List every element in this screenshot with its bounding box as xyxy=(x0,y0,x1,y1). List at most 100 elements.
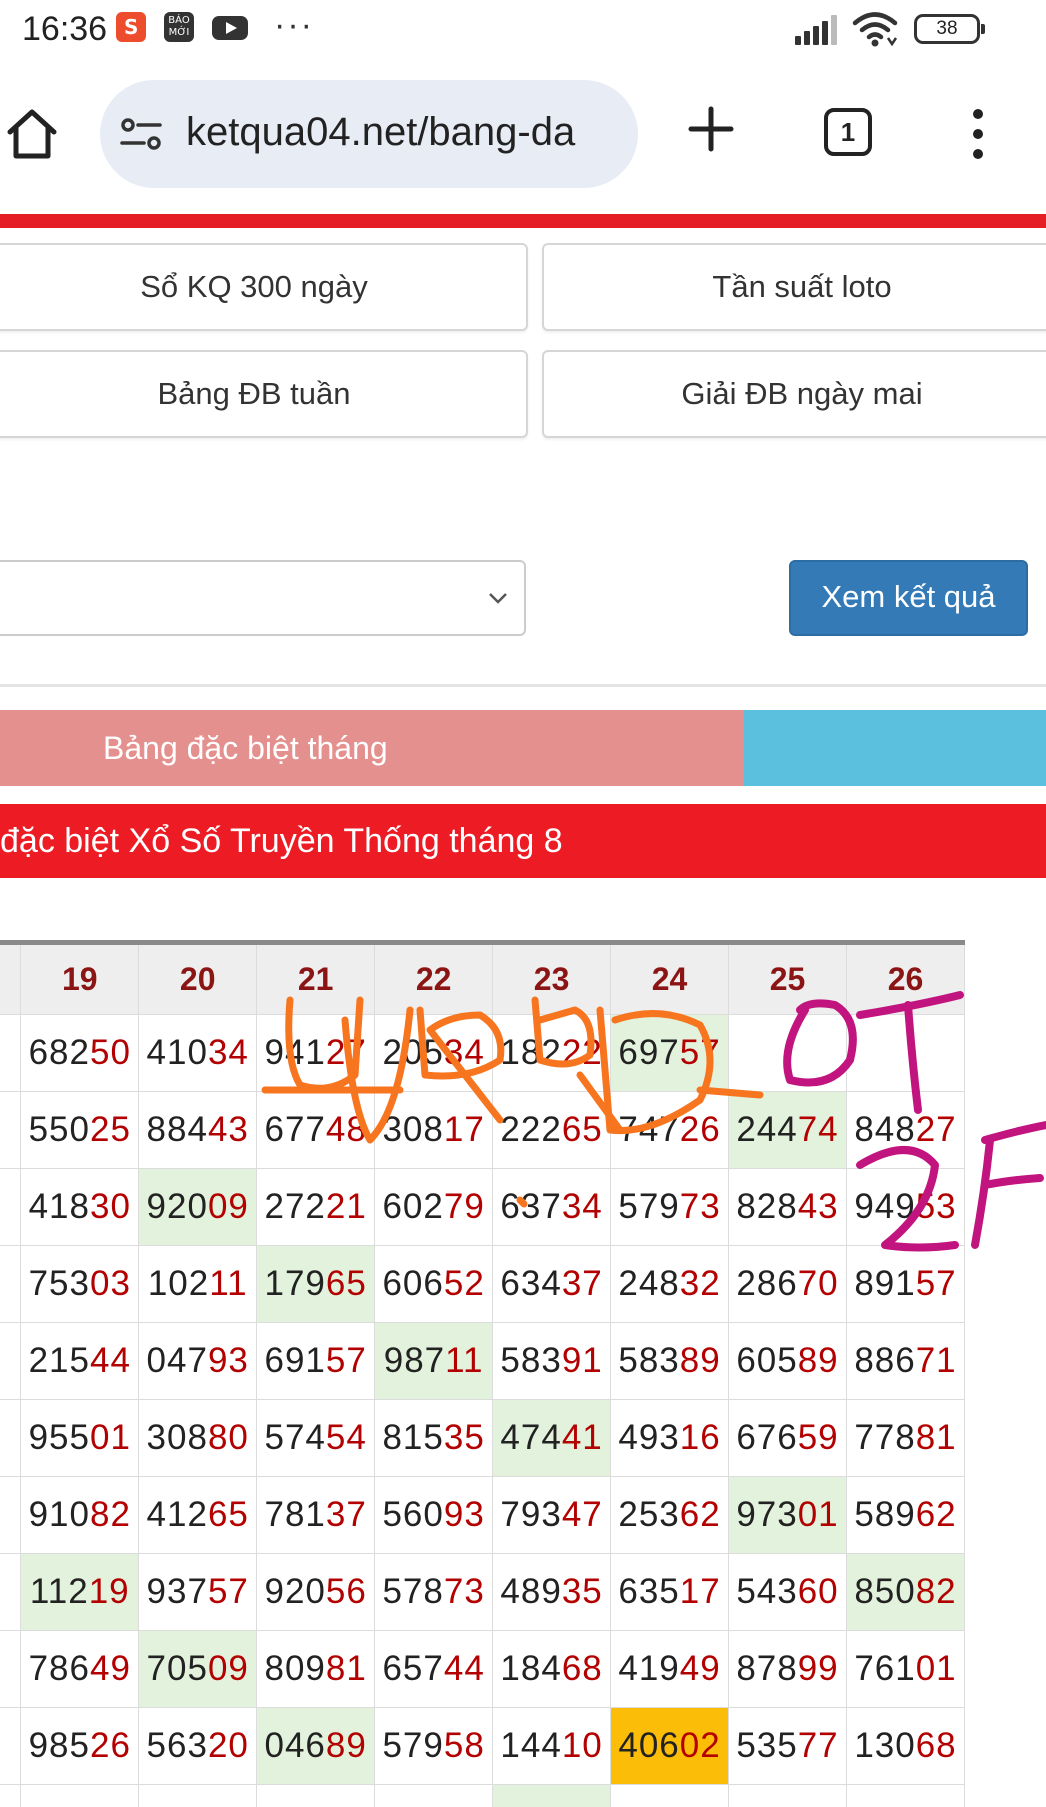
table-cell: 04793 xyxy=(138,1322,258,1400)
cell-number-tail: 87 xyxy=(0,1187,1,1226)
table-cell xyxy=(610,1784,730,1807)
cell-number-tail: 54 xyxy=(325,1418,367,1457)
table-cell: 862 xyxy=(0,1707,22,1785)
cell-number-head: 589 xyxy=(854,1495,916,1534)
cell-number-head: 955 xyxy=(28,1418,90,1457)
cell-number-head: 705 xyxy=(146,1649,208,1688)
table-cell: 63734 xyxy=(492,1168,612,1246)
cell-number-head: 973 xyxy=(736,1495,798,1534)
cell-number-tail: 77 xyxy=(0,1572,1,1611)
table-cell: 10211 xyxy=(138,1245,258,1323)
cell-number-head: 753 xyxy=(28,1264,90,1303)
more-menu-icon[interactable] xyxy=(966,106,990,162)
table-cell: 89157 xyxy=(845,1245,966,1323)
table-cell xyxy=(845,1014,966,1092)
cell-number-head: 410 xyxy=(146,1033,208,1072)
nav-bang-db-tuan[interactable]: Bảng ĐB tuần xyxy=(0,350,528,438)
table-cell: 94127 xyxy=(256,1014,376,1092)
cell-number-head: 248 xyxy=(618,1264,680,1303)
cell-number-tail: 71 xyxy=(915,1341,957,1380)
cell-number-head: 786 xyxy=(28,1649,90,1688)
cell-number-tail: 30 xyxy=(90,1187,131,1226)
cell-number-tail: 62 xyxy=(915,1495,957,1534)
table-row: 7245502588443677483081722265747262447484… xyxy=(0,1091,966,1169)
cell-number-head: 474 xyxy=(500,1418,562,1457)
cell-number-tail: 24 xyxy=(0,1110,1,1149)
cell-number-tail: 73 xyxy=(679,1187,721,1226)
cell-number-tail: 93 xyxy=(207,1341,249,1380)
home-icon[interactable] xyxy=(4,106,60,162)
results-table-container: 81920212223242526 9456825041034941272053… xyxy=(0,940,1046,1807)
cell-number-head: 215 xyxy=(28,1341,90,1380)
cell-number-head: 493 xyxy=(618,1418,680,1457)
table-cell: 477 xyxy=(0,1553,22,1631)
table-cell: 98711 xyxy=(374,1322,494,1400)
cell-number-head: 920 xyxy=(264,1572,326,1611)
cell-number-tail: 82 xyxy=(90,1495,131,1534)
cell-number-tail: 79 xyxy=(443,1187,485,1226)
table-row xyxy=(0,1784,966,1807)
table-cell: 95501 xyxy=(20,1399,140,1477)
table-cell: 18222 xyxy=(492,1014,612,1092)
table-row: 3874183092009272216027963734579738284394… xyxy=(0,1168,966,1246)
column-header: 24 xyxy=(610,940,730,1015)
more-notifications-icon: ··· xyxy=(274,6,314,44)
column-header: 21 xyxy=(256,940,376,1015)
cell-number-tail: 37 xyxy=(561,1264,603,1303)
cell-number-tail: 47 xyxy=(561,1495,603,1534)
cell-number-tail: 22 xyxy=(561,1033,603,1072)
tab-switcher-button[interactable]: 1 xyxy=(824,108,872,156)
cell-number-head: 878 xyxy=(736,1649,798,1688)
cell-number-tail: 01 xyxy=(797,1495,839,1534)
column-header: 26 xyxy=(845,940,966,1015)
cell-number-tail: 09 xyxy=(207,1187,249,1226)
table-cell: 57958 xyxy=(374,1707,494,1785)
cell-number-head: 691 xyxy=(264,1341,326,1380)
cell-number-tail: 20 xyxy=(207,1726,249,1765)
tab-secondary[interactable] xyxy=(744,710,1046,786)
column-header: 23 xyxy=(492,940,612,1015)
new-tab-icon[interactable] xyxy=(688,106,734,152)
table-cell: 76101 xyxy=(845,1630,966,1708)
cell-number-head: 781 xyxy=(264,1495,326,1534)
table-cell: 41265 xyxy=(138,1476,258,1554)
address-bar[interactable]: ketqua04.net/bang-da xyxy=(100,80,638,188)
nav-tan-suat-loto[interactable]: Tần suất loto xyxy=(542,243,1046,331)
cell-number-head: 543 xyxy=(736,1572,798,1611)
cell-number-tail: 44 xyxy=(90,1341,131,1380)
cell-number-head: 579 xyxy=(618,1187,680,1226)
cell-number-head: 815 xyxy=(382,1418,444,1457)
cell-number-tail: 19 xyxy=(88,1572,130,1611)
cell-number-tail: 44 xyxy=(443,1649,485,1688)
cell-number-tail: 60 xyxy=(797,1572,839,1611)
cell-number-tail: 77 xyxy=(797,1726,839,1765)
cell-number-head: 574 xyxy=(264,1418,326,1457)
cell-number-head: 560 xyxy=(382,1495,444,1534)
table-cell: 21544 xyxy=(20,1322,140,1400)
cell-number-head: 886 xyxy=(854,1341,916,1380)
cell-number-tail: 65 xyxy=(325,1264,367,1303)
nav-so-kq-300-ngay[interactable]: Sổ KQ 300 ngày xyxy=(0,243,528,331)
cell-number-tail: 74 xyxy=(797,1110,839,1149)
cell-number-tail: 57 xyxy=(325,1341,367,1380)
table-cell: 30880 xyxy=(138,1399,258,1477)
table-cell: 56093 xyxy=(374,1476,494,1554)
cell-number-head: 635 xyxy=(618,1572,680,1611)
tab-bang-dac-biet-thang[interactable]: Bảng đặc biệt tháng xyxy=(0,710,744,786)
table-row: 2797864970509809816574418468419498789976… xyxy=(0,1630,966,1708)
table-cell: 92009 xyxy=(138,1168,258,1246)
month-select[interactable] xyxy=(0,560,526,636)
table-cell: 49316 xyxy=(610,1399,730,1477)
table-cell: 47441 xyxy=(492,1399,612,1477)
nav-giai-db-ngay-mai[interactable]: Giải ĐB ngày mai xyxy=(542,350,1046,438)
cell-number-tail: 99 xyxy=(797,1649,839,1688)
cell-number-head: 563 xyxy=(146,1726,208,1765)
url-text[interactable]: ketqua04.net/bang-da xyxy=(186,110,575,155)
cell-number-tail: 27 xyxy=(915,1110,957,1149)
cell-number-tail: 03 xyxy=(90,1264,131,1303)
table-cell xyxy=(20,1784,140,1807)
view-results-button[interactable]: Xem kết quả xyxy=(789,560,1028,636)
site-settings-icon[interactable] xyxy=(120,116,162,152)
cell-number-tail: 58 xyxy=(443,1726,485,1765)
table-cell: 11219 xyxy=(20,1553,140,1631)
